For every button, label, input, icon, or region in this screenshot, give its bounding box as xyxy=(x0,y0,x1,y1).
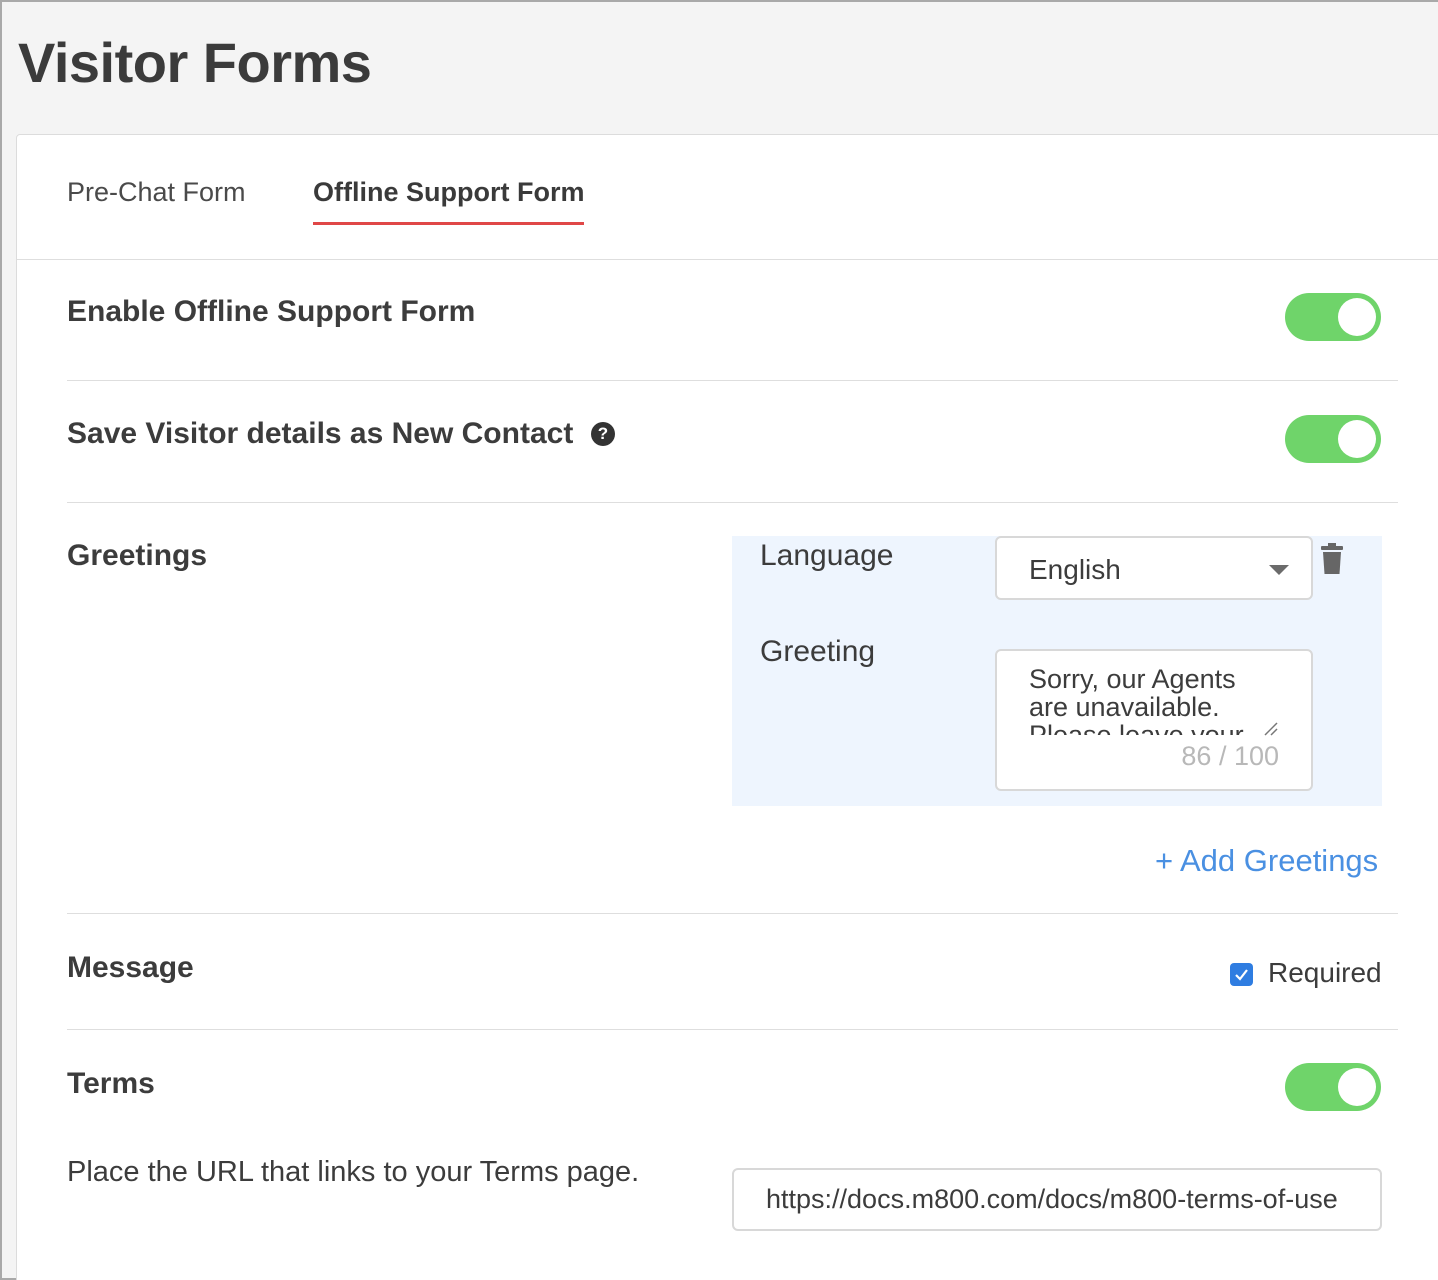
enable-offline-label: Enable Offline Support Form xyxy=(67,295,476,328)
language-label: Language xyxy=(760,539,894,572)
form-tabs: Pre-Chat Form Offline Support Form xyxy=(17,135,1438,260)
resize-handle-icon[interactable] xyxy=(1263,721,1279,737)
enable-offline-toggle[interactable] xyxy=(1285,293,1381,341)
greetings-section-label: Greetings xyxy=(67,539,208,572)
checkmark-icon xyxy=(1235,969,1248,981)
tab-offline-support-form[interactable]: Offline Support Form xyxy=(313,177,585,225)
language-select-value: English xyxy=(1029,554,1121,585)
greeting-textarea[interactable]: Sorry, our Agents are unavailable. Pleas… xyxy=(995,649,1313,791)
tab-pre-chat-form[interactable]: Pre-Chat Form xyxy=(67,177,246,222)
divider xyxy=(67,380,1398,381)
greeting-text: Sorry, our Agents are unavailable. Pleas… xyxy=(1029,665,1244,735)
divider xyxy=(67,502,1398,503)
terms-label: Terms xyxy=(67,1067,155,1100)
toggle-knob xyxy=(1338,298,1376,336)
divider xyxy=(67,913,1398,914)
trash-icon[interactable] xyxy=(1321,543,1343,575)
settings-card: Pre-Chat Form Offline Support Form Enabl… xyxy=(16,134,1438,1280)
save-visitor-label: Save Visitor details as New Contact xyxy=(67,417,574,450)
character-count: 86 / 100 xyxy=(1181,741,1279,771)
greeting-label: Greeting xyxy=(760,635,876,668)
save-visitor-toggle[interactable] xyxy=(1285,415,1381,463)
chevron-down-icon xyxy=(1269,565,1289,575)
divider xyxy=(67,1029,1398,1030)
toggle-knob xyxy=(1338,1068,1376,1106)
required-label: Required xyxy=(1268,957,1382,988)
toggle-knob xyxy=(1338,420,1376,458)
page-title: Visitor Forms xyxy=(18,31,372,94)
language-select[interactable]: English xyxy=(995,536,1313,600)
question-circle-icon[interactable]: ? xyxy=(591,422,615,446)
add-greetings-link[interactable]: + Add Greetings xyxy=(1155,843,1378,879)
message-label: Message xyxy=(67,951,194,984)
terms-url-input[interactable] xyxy=(732,1168,1382,1231)
terms-toggle[interactable] xyxy=(1285,1063,1381,1111)
terms-description: Place the URL that links to your Terms p… xyxy=(67,1156,640,1188)
required-checkbox[interactable] xyxy=(1230,963,1253,986)
